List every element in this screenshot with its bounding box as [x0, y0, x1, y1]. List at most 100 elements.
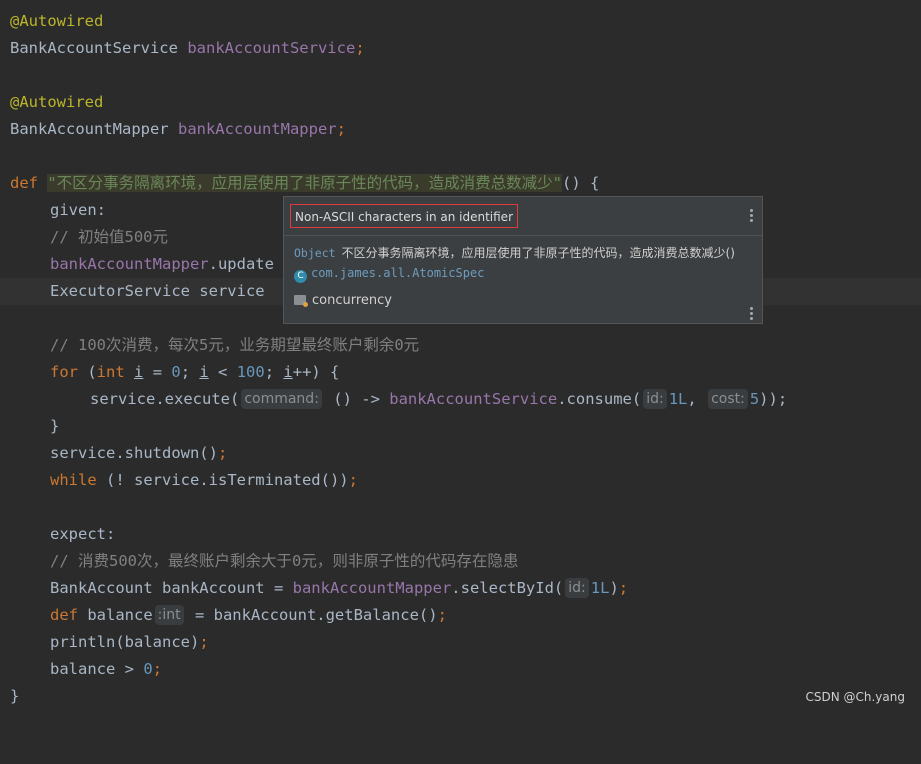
- operator: <: [208, 363, 237, 381]
- code-text: ++) {: [292, 363, 340, 381]
- number: 0: [143, 660, 153, 678]
- code-line: }: [0, 413, 921, 440]
- number: 0: [171, 363, 181, 381]
- more-vertical-icon[interactable]: [748, 209, 754, 223]
- loop-var: i: [199, 363, 209, 381]
- comma: ,: [687, 390, 707, 408]
- parameter-hint: id:: [565, 578, 589, 598]
- code-text: () ->: [323, 390, 390, 408]
- more-vertical-icon[interactable]: [748, 307, 754, 321]
- annotation: @Autowired: [10, 12, 104, 30]
- code-line: println(balance);: [0, 629, 921, 656]
- problem-description[interactable]: Non-ASCII characters in an identifier: [290, 204, 518, 228]
- number: 1L: [590, 579, 610, 597]
- code-line: def "不区分事务隔离环境，应用层使用了非原子性的代码，造成消费总数减少"()…: [0, 170, 921, 197]
- method-name: 不区分事务隔离环境，应用层使用了非原子性的代码，造成消费总数减少(): [341, 246, 735, 260]
- code-line: balance > 0;: [0, 656, 921, 683]
- close-brace: }: [10, 687, 20, 705]
- class-icon: C: [294, 270, 307, 283]
- method-name-string[interactable]: "不区分事务隔离环境，应用层使用了非原子性的代码，造成消费总数减少": [47, 174, 563, 192]
- type-hint: :int: [154, 605, 184, 625]
- semicolon: ;: [348, 471, 358, 489]
- method-tail: () {: [562, 174, 600, 192]
- code-text: (! service.isTerminated()): [96, 471, 349, 489]
- semicolon: ;: [217, 444, 228, 462]
- parameter-hint: command:: [241, 389, 322, 409]
- loop-var: i: [134, 363, 144, 381]
- code-line: BankAccount bankAccount = bankAccountMap…: [0, 575, 921, 602]
- field-name: bankAccountMapper: [50, 255, 209, 273]
- code-line: expect:: [0, 521, 921, 548]
- code-text: BankAccount bankAccount =: [50, 579, 293, 597]
- keyword-int: int: [96, 363, 125, 381]
- code-line: }: [0, 683, 921, 710]
- class-link[interactable]: Ccom.james.all.AtomicSpec: [294, 266, 484, 283]
- semicolon: ;: [152, 660, 163, 678]
- code-text: .selectById(: [451, 579, 564, 597]
- keyword-def: def: [50, 606, 78, 624]
- code-text: balance >: [50, 660, 144, 678]
- parameter-hint: cost:: [708, 389, 748, 409]
- code-line: service.shutdown();: [0, 440, 921, 467]
- method-call: .update: [208, 255, 274, 273]
- code-line: BankAccountMapper bankAccountMapper;: [0, 116, 921, 143]
- field-name: bankAccountMapper: [177, 120, 337, 138]
- semicolon: ;: [336, 120, 346, 138]
- code-line: while (! service.isTerminated());: [0, 467, 921, 494]
- method-signature: Object 不区分事务隔离环境，应用层使用了非原子性的代码，造成消费总数减少(): [294, 244, 735, 261]
- code-text: balance: [78, 606, 153, 624]
- semicolon: ;: [199, 633, 209, 651]
- inspection-popup: Non-ASCII characters in an identifier Ob…: [283, 196, 763, 324]
- field-name: bankAccountService: [187, 39, 356, 57]
- code-text: service.shutdown(): [50, 444, 218, 462]
- comment: // 100次消费，每次5元，业务期望最终账户剩余0元: [50, 336, 420, 354]
- package-row: concurrency: [294, 293, 392, 308]
- semicolon: ;: [437, 606, 447, 624]
- code-editor[interactable]: @Autowired BankAccountService bankAccoun…: [0, 0, 921, 714]
- parameter-hint: id:: [643, 389, 667, 409]
- annotation: @Autowired: [10, 93, 104, 111]
- keyword-for: for: [50, 363, 78, 381]
- field-name: bankAccountMapper: [292, 579, 452, 597]
- number: 1L: [668, 390, 688, 408]
- semicolon: ;: [618, 579, 629, 597]
- code-line: BankAccountService bankAccountService;: [0, 35, 921, 62]
- semicolon: ;: [355, 39, 365, 57]
- semicolon: ;: [180, 363, 200, 381]
- return-type: Object: [294, 246, 336, 260]
- type-name: BankAccountService: [10, 39, 178, 57]
- number: 100: [236, 363, 265, 381]
- loop-var: i: [283, 363, 293, 381]
- comment: // 消费500次，最终账户剩余大于0元，则非原子性的代码存在隐患: [50, 552, 519, 570]
- comment: // 初始值500元: [50, 228, 168, 246]
- keyword-while: while: [50, 471, 97, 489]
- package-folder-icon: [294, 295, 308, 307]
- semicolon: ;: [264, 363, 284, 381]
- code-text: println(balance): [50, 633, 200, 651]
- watermark: CSDN @Ch.yang: [805, 690, 905, 704]
- field-name: bankAccountService: [389, 390, 558, 408]
- code-text: ExecutorService service: [50, 282, 265, 300]
- code-text: .consume(: [557, 390, 642, 408]
- code-text: ));: [759, 390, 788, 408]
- code-line: for (int i = 0; i < 100; i++) {: [0, 359, 921, 386]
- popup-header: Non-ASCII characters in an identifier: [284, 197, 762, 236]
- code-line: // 消费500次，最终账户剩余大于0元，则非原子性的代码存在隐患: [0, 548, 921, 575]
- keyword-def: def: [10, 174, 38, 192]
- paren: (: [78, 363, 97, 381]
- operator: =: [143, 363, 172, 381]
- code-text: service.execute(: [90, 390, 240, 408]
- label-given: given:: [50, 201, 106, 219]
- code-line: // 100次消费，每次5元，业务期望最终账户剩余0元: [0, 332, 921, 359]
- code-line: @Autowired: [0, 8, 921, 35]
- close-brace: }: [50, 417, 60, 435]
- class-name[interactable]: com.james.all.AtomicSpec: [311, 266, 484, 280]
- label-expect: expect:: [50, 525, 116, 543]
- code-text: ): [609, 579, 619, 597]
- code-text: = bankAccount.getBalance(): [185, 606, 438, 624]
- code-line: @Autowired: [0, 89, 921, 116]
- type-name: BankAccountMapper: [10, 120, 169, 138]
- number: 5: [749, 390, 760, 408]
- code-line: def balance:int = bankAccount.getBalance…: [0, 602, 921, 629]
